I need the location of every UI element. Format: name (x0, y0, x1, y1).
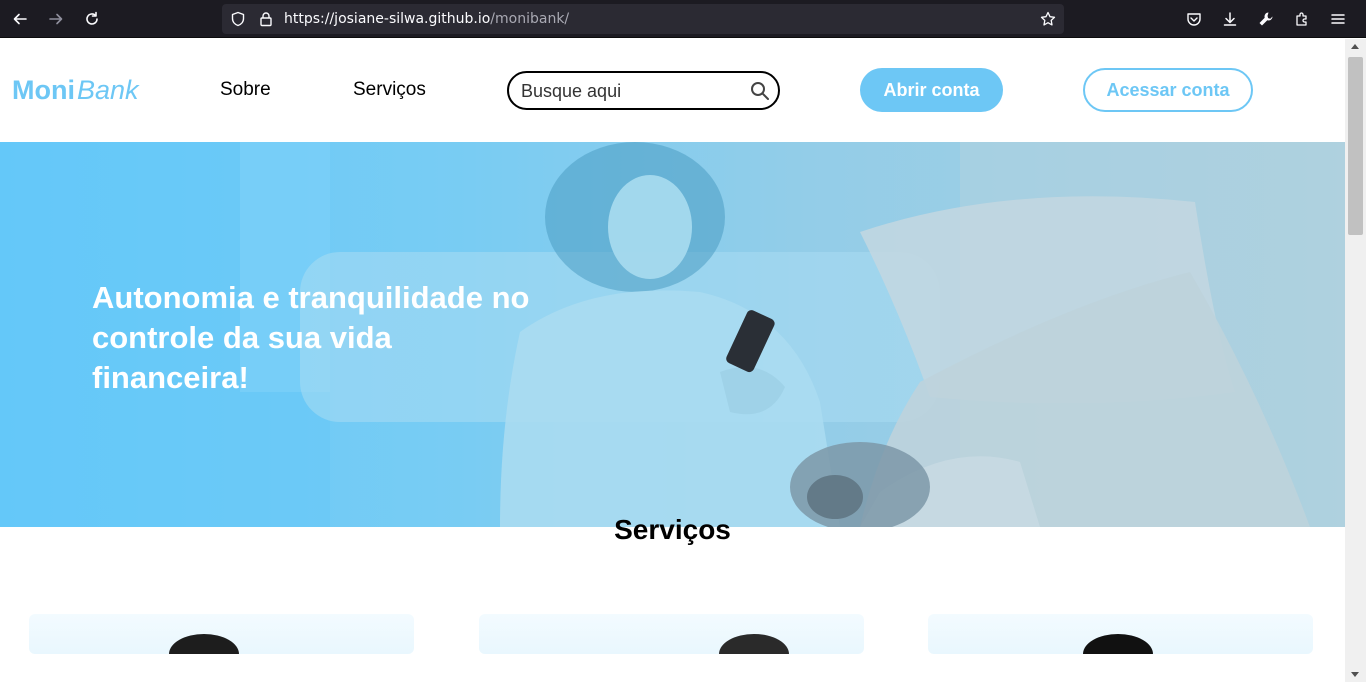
logo-italic-text: Bank (76, 75, 139, 105)
service-card-3-image (1083, 634, 1153, 654)
scrollbar-thumb[interactable] (1348, 57, 1363, 235)
logo-bold-text: Moni (12, 75, 75, 105)
star-icon[interactable] (1040, 11, 1056, 27)
nav-link-sobre[interactable]: Sobre (220, 79, 271, 101)
forward-arrow-icon[interactable] (44, 7, 68, 31)
url-host: https://josiane-silwa.github.io (284, 11, 491, 27)
wrench-icon[interactable] (1254, 7, 1278, 31)
search-input[interactable] (521, 80, 746, 102)
nav-link-servicos[interactable]: Serviços (353, 79, 426, 101)
open-account-button[interactable]: Abrir conta (860, 68, 1003, 112)
page-scrollbar[interactable] (1345, 39, 1366, 682)
service-card-1[interactable] (29, 614, 414, 654)
lock-icon[interactable] (258, 11, 274, 27)
reload-icon[interactable] (80, 7, 104, 31)
search-box (507, 71, 780, 110)
hero-title: Autonomia e tranquilidade no controle da… (92, 280, 530, 395)
scroll-up-arrow-icon[interactable] (1351, 44, 1359, 49)
service-card-2-image (719, 634, 789, 654)
service-card-1-image (169, 634, 239, 654)
browser-toolbar: https://josiane-silwa.github.io/monibank… (0, 0, 1366, 38)
monibank-logo[interactable]: MoniBank (12, 75, 139, 105)
url-text[interactable]: https://josiane-silwa.github.io/monibank… (284, 11, 569, 27)
url-path: /monibank/ (490, 11, 570, 27)
pocket-icon[interactable] (1182, 7, 1206, 31)
download-icon[interactable] (1218, 7, 1242, 31)
address-bar[interactable]: https://josiane-silwa.github.io/monibank… (222, 4, 1064, 34)
menu-icon[interactable] (1326, 7, 1350, 31)
search-icon[interactable] (750, 81, 770, 101)
scroll-down-arrow-icon[interactable] (1351, 672, 1359, 677)
service-card-2[interactable] (479, 614, 864, 654)
site-header: MoniBank Sobre Serviços Abrir conta Aces… (0, 39, 1345, 142)
back-arrow-icon[interactable] (8, 7, 32, 31)
shield-icon[interactable] (230, 11, 246, 27)
extensions-icon[interactable] (1290, 7, 1314, 31)
services-title: Serviços (614, 514, 731, 545)
service-card-3[interactable] (928, 614, 1313, 654)
page-viewport: MoniBank Sobre Serviços Abrir conta Aces… (0, 39, 1345, 682)
access-account-button[interactable]: Acessar conta (1083, 68, 1253, 112)
hero-banner: Autonomia e tranquilidade no controle da… (0, 142, 1345, 527)
